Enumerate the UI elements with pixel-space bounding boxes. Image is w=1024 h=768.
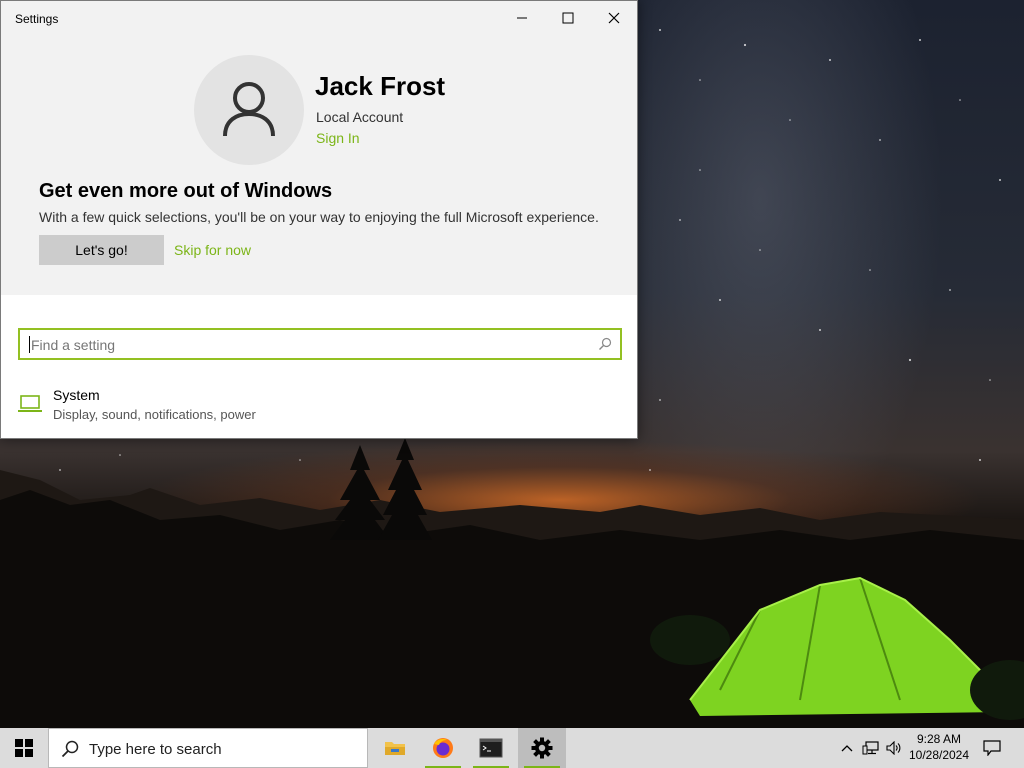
laptop-icon <box>18 395 42 412</box>
user-name: Jack Frost <box>315 71 446 101</box>
account-type: Local Account <box>316 109 404 125</box>
taskbar-search-box[interactable]: Type here to search <box>48 728 368 768</box>
user-icon <box>223 82 275 137</box>
volume-button[interactable] <box>884 728 904 768</box>
network-button[interactable] <box>860 728 882 768</box>
minimize-button[interactable] <box>499 1 545 35</box>
settings-item-title: System <box>53 387 100 403</box>
lets-go-button[interactable]: Let's go! <box>39 235 164 265</box>
search-icon <box>61 740 79 758</box>
taskbar-terminal[interactable] <box>467 728 515 768</box>
settings-item-description: Display, sound, notifications, power <box>53 407 256 422</box>
avatar[interactable] <box>194 55 304 165</box>
taskbar-firefox[interactable] <box>419 728 467 768</box>
close-button[interactable] <box>591 1 637 35</box>
taskbar-clock[interactable]: 9:28 AM 10/28/2024 <box>905 731 973 763</box>
action-center-button[interactable] <box>980 728 1004 768</box>
skip-for-now-link[interactable]: Skip for now <box>174 242 251 258</box>
search-placeholder: Find a setting <box>31 337 116 353</box>
window-title: Settings <box>15 12 59 26</box>
taskbar-file-explorer[interactable] <box>371 728 419 768</box>
firefox-icon <box>433 738 453 758</box>
search-input[interactable]: Find a setting <box>18 328 622 360</box>
settings-gear-icon <box>531 737 553 759</box>
maximize-icon <box>562 12 574 24</box>
settings-item-system[interactable]: System Display, sound, notifications, po… <box>15 384 615 428</box>
chevron-up-icon <box>841 745 853 752</box>
promo-heading: Get even more out of Windows <box>39 180 333 202</box>
sign-in-link[interactable]: Sign In <box>316 130 360 146</box>
account-header: Jack Frost Local Account Sign In Get eve… <box>1 35 637 295</box>
network-icon <box>862 741 879 755</box>
show-hidden-icons-button[interactable] <box>838 728 856 768</box>
start-button[interactable] <box>0 728 48 768</box>
file-explorer-icon <box>385 742 405 755</box>
clock-time: 9:28 AM <box>916 732 962 746</box>
settings-window: Settings Jack Frost Local Account Sign I… <box>0 0 638 439</box>
maximize-button[interactable] <box>545 1 591 35</box>
taskbar-settings[interactable] <box>518 728 566 768</box>
taskbar-search-placeholder: Type here to search <box>89 741 222 758</box>
windows-logo-icon <box>15 739 33 757</box>
title-bar[interactable]: Settings <box>1 1 637 35</box>
notification-icon <box>983 740 1001 756</box>
taskbar: Type here to search 9:28 AM 10/28/2024 <box>0 728 1024 768</box>
promo-text: With a few quick selections, you'll be o… <box>39 209 599 225</box>
text-cursor <box>29 336 30 353</box>
minimize-icon <box>517 17 527 19</box>
search-icon[interactable] <box>598 337 612 351</box>
close-icon <box>608 12 620 24</box>
terminal-icon <box>479 738 503 758</box>
volume-icon <box>886 741 901 755</box>
clock-date: 10/28/2024 <box>908 748 970 762</box>
